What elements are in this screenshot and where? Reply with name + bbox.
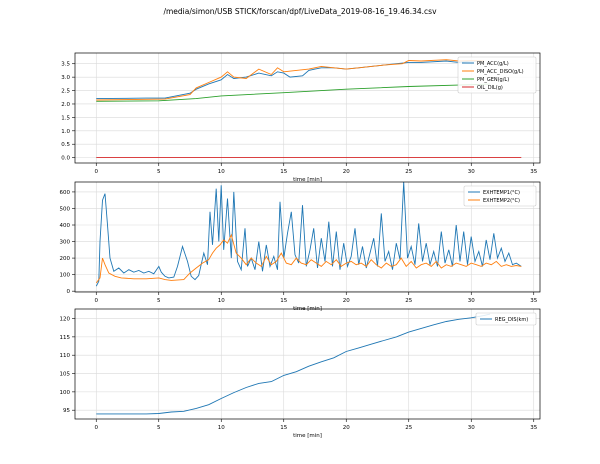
- y-tick-label: 300: [60, 240, 71, 246]
- x-tick-label: 15: [280, 425, 287, 431]
- y-tick-label: 200: [60, 256, 71, 262]
- legend-entry: EXHTEMP1(°C): [483, 190, 520, 196]
- y-tick-label: 0: [67, 289, 71, 295]
- legend-entry: OIL_DIL(g): [477, 85, 503, 91]
- x-tick-label: 0: [95, 169, 99, 175]
- y-tick-label: 600: [60, 190, 71, 196]
- x-tick-label: 35: [530, 298, 537, 304]
- y-tick-label: 100: [60, 273, 71, 279]
- x-tick-label: 20: [343, 169, 350, 175]
- x-tick-label: 35: [530, 425, 537, 431]
- x-tick-label: 25: [405, 298, 412, 304]
- y-tick-label: 115: [60, 335, 71, 341]
- x-axis-label: time [min]: [293, 433, 322, 439]
- x-tick-label: 5: [157, 425, 161, 431]
- x-tick-label: 0: [95, 425, 99, 431]
- y-tick-label: 105: [60, 372, 71, 378]
- y-tick-label: 0.5: [61, 142, 70, 148]
- y-tick-label: 0.0: [61, 156, 70, 162]
- y-tick-label: 120: [60, 317, 71, 323]
- legend-entry: EXHTEMP2(°C): [483, 198, 520, 204]
- series-line-pm-acc-g-l: [96, 60, 484, 100]
- x-tick-label: 10: [218, 298, 225, 304]
- legend-entry: PM_ACC_DISO(g/L): [477, 69, 524, 75]
- pm-accumulation-plot: 0 5 10 15 20 25 30 350.00.51.01.52.02.53.03.5ti…: [61, 52, 541, 183]
- legend-entry: PM_GEN(g/L): [477, 77, 509, 83]
- figure-title: /media/simon/USB STICK/forscan/dpf/LiveD…: [163, 7, 437, 16]
- x-tick-label: 20: [343, 425, 350, 431]
- y-tick-label: 110: [60, 353, 71, 359]
- regeneration-distance-plot: 0 5 10 15 20 25 30 35 95 100 105 110 115 120 time [min…: [60, 308, 541, 439]
- y-tick-label: 100: [60, 390, 71, 396]
- x-tick-label: 10: [218, 425, 225, 431]
- x-tick-label: 30: [468, 169, 475, 175]
- exhaust-temperature-plot: 0 5 10 15 20 25 30 350100200300400500600time [m…: [60, 181, 541, 312]
- y-tick-label: 1.5: [61, 115, 70, 121]
- figure-canvas: /media/simon/USB STICK/forscan/dpf/LiveD…: [60, 7, 541, 439]
- y-tick-label: 500: [60, 206, 71, 212]
- x-tick-label: 0: [95, 298, 99, 304]
- series-line-reg-dis-km: [96, 313, 491, 415]
- y-tick-label: 2.5: [61, 89, 70, 95]
- y-tick-label: 95: [63, 408, 70, 414]
- x-tick-label: 15: [280, 169, 287, 175]
- series-line-pm-gen-g-l: [96, 83, 491, 102]
- series-line-pm-acc-diso-g-l: [96, 59, 484, 101]
- x-tick-label: 35: [530, 169, 537, 175]
- x-tick-label: 25: [405, 169, 412, 175]
- legend-entry: PM_ACC(g/L): [477, 61, 509, 67]
- y-tick-label: 1.0: [61, 129, 70, 135]
- series-line-exhtemp1-c: [95, 182, 522, 287]
- y-tick-label: 3.0: [61, 75, 70, 81]
- x-tick-label: 5: [157, 169, 161, 175]
- x-tick-label: 30: [468, 425, 475, 431]
- x-tick-label: 10: [218, 169, 225, 175]
- y-tick-label: 400: [60, 223, 71, 229]
- x-tick-label: 15: [280, 298, 287, 304]
- axes-frame: [74, 308, 541, 420]
- y-tick-label: 3.5: [61, 62, 70, 68]
- x-tick-label: 5: [157, 298, 161, 304]
- y-tick-label: 2.0: [61, 102, 70, 108]
- x-tick-label: 25: [405, 425, 412, 431]
- x-tick-label: 20: [343, 298, 350, 304]
- legend-entry: REG_DIS(km): [495, 317, 528, 323]
- x-tick-label: 30: [468, 298, 475, 304]
